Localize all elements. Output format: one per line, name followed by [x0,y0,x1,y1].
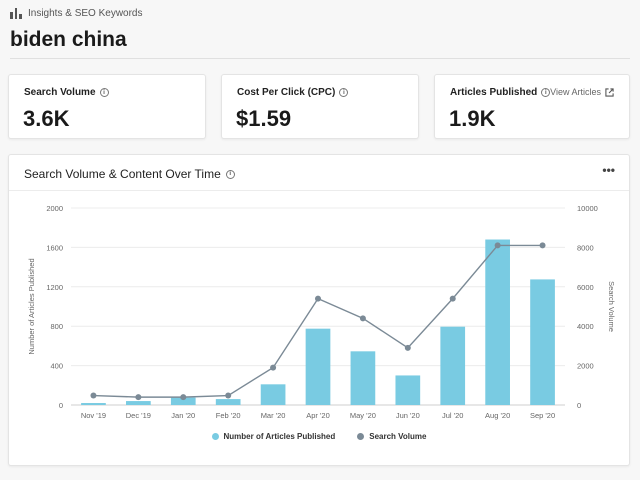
chart-panel: Search Volume & Content Over Time i ••• … [8,154,630,466]
legend-item-search-volume[interactable]: Search Volume [357,432,426,441]
y-axis-title-right: Search Volume [607,281,616,332]
page-title: biden china [10,28,127,51]
breadcrumb-label: Insights & SEO Keywords [28,8,143,19]
stat-label-articles: Articles Published i [450,87,551,98]
x-tick-label: Dec '19 [126,411,151,420]
stat-label-search-volume: Search Volume i [24,87,109,98]
bar-chart-icon [10,8,23,19]
chart-header: Search Volume & Content Over Time i ••• [9,155,629,191]
legend-label-articles: Number of Articles Published [223,432,336,441]
header-divider [10,58,630,59]
bar [305,328,331,405]
stat-label-cpc: Cost Per Click (CPC) i [237,87,349,98]
line-point [359,315,366,322]
info-icon[interactable]: i [541,88,551,97]
y-tick-label-left: 2000 [46,204,63,213]
y-tick-label-right: 8000 [577,243,594,252]
stat-card-articles: Articles Published i View Articles 1.9K [434,74,630,139]
stat-card-cpc: Cost Per Click (CPC) i $1.59 [221,74,419,139]
info-icon[interactable]: i [339,88,349,97]
x-tick-label: May '20 [350,411,376,420]
legend-label-search-volume: Search Volume [369,432,427,441]
y-tick-label-left: 1200 [46,283,63,292]
bar [440,326,466,405]
bar [485,239,510,405]
bar [81,403,106,405]
line-point [180,394,187,401]
y-tick-label-right: 6000 [577,283,594,292]
breadcrumb: Insights & SEO Keywords [10,8,143,19]
info-icon[interactable]: i [99,88,109,97]
combo-chart: 0 0 400 2000 800 4000 1200 6000 1600 8000 2000 1000… [27,204,616,420]
y-tick-label-right: 4000 [577,322,594,331]
y-tick-label-right: 10000 [577,204,598,213]
bar [530,279,555,405]
y-tick-label-left: 800 [50,322,63,331]
legend-swatch-articles [211,433,219,440]
bar [126,401,151,405]
line-point [270,364,277,371]
bar [215,399,241,405]
y-tick-label-left: 0 [59,401,63,410]
line-point [449,295,456,302]
stat-label-text: Search Volume [24,87,96,98]
stat-card-search-volume: Search Volume i 3.6K [8,74,206,139]
line-point [225,392,232,399]
x-tick-label: Jul '20 [442,411,463,420]
x-tick-label: Apr '20 [306,411,330,420]
chart-title-text: Search Volume & Content Over Time [24,167,221,181]
external-link-icon [605,87,614,97]
line-point [315,295,321,302]
x-tick-label: Jan '20 [171,411,195,420]
y-axis-title-left: Number of Articles Published [27,258,36,354]
chart-title: Search Volume & Content Over Time i [24,167,235,181]
y-tick-label-right: 2000 [577,362,594,371]
x-tick-label: Jun '20 [396,411,420,420]
x-tick-label: Feb '20 [216,411,241,420]
stat-label-text: Articles Published [450,87,538,98]
x-tick-label: Mar '20 [261,411,286,420]
line-point [90,392,97,399]
stat-value-cpc: $1.59 [236,106,292,131]
stat-value-articles: 1.9K [449,106,496,131]
y-tick-label-left: 400 [50,362,63,371]
stat-value-search-volume: 3.6K [23,106,70,131]
x-tick-label: Nov '19 [81,411,106,420]
bar [395,375,421,405]
stat-label-text: Cost Per Click (CPC) [237,87,336,98]
line-point [494,242,501,249]
legend-item-articles[interactable]: Number of Articles Published [211,432,336,441]
chart-legend: Number of Articles Published Search Volu… [9,432,629,441]
y-tick-label-left: 1600 [46,243,63,252]
line-point [135,394,142,401]
y-tick-label-right: 0 [577,401,581,410]
line-point [404,344,411,351]
legend-swatch-search-volume [357,433,365,440]
more-horizontal-icon[interactable]: ••• [602,163,615,177]
line-point [539,242,546,249]
bar [350,351,376,405]
view-articles-link[interactable]: View Articles [550,87,614,97]
x-tick-label: Sep '20 [530,411,555,420]
bar [260,384,286,405]
info-icon[interactable]: i [225,169,235,179]
view-articles-label[interactable]: View Articles [550,87,601,97]
x-tick-label: Aug '20 [485,411,510,420]
